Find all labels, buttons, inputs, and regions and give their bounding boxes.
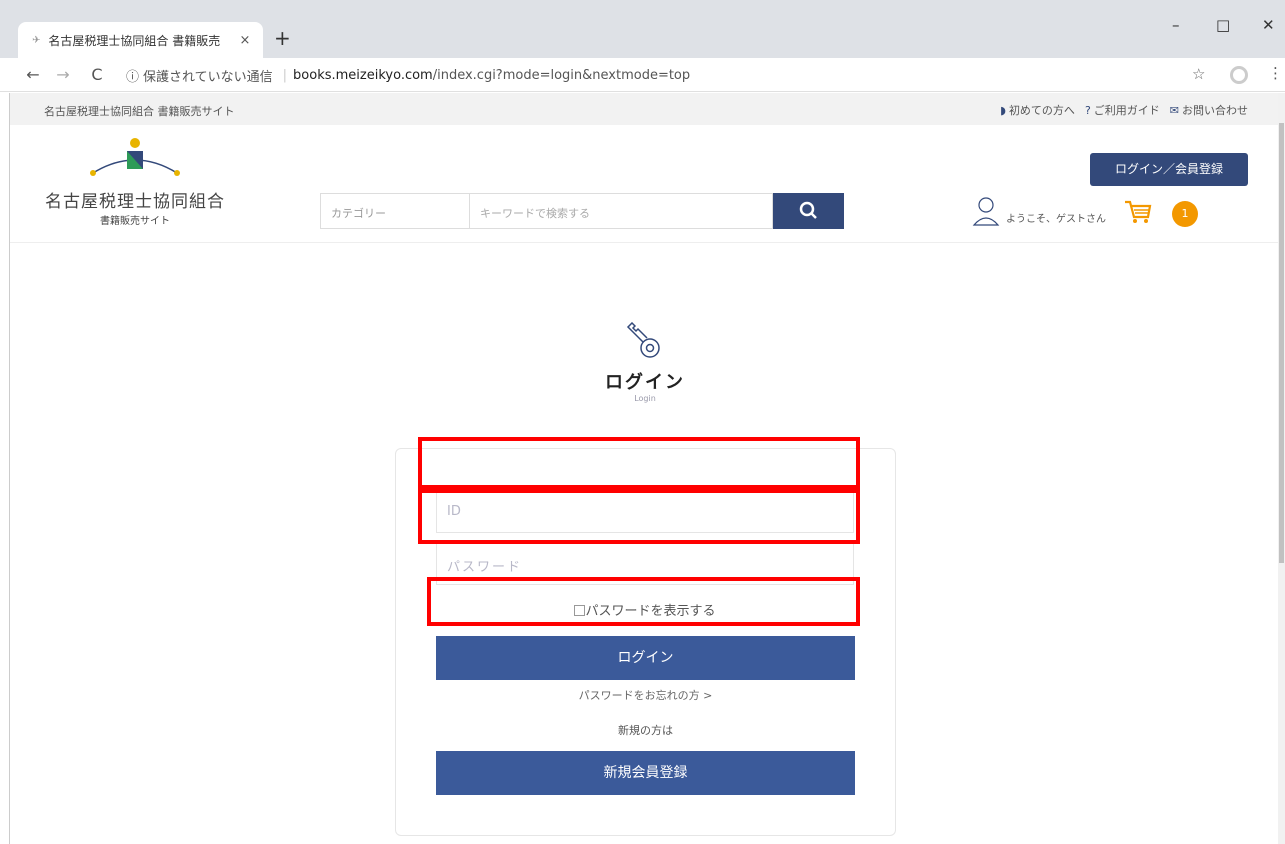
key-icon (622, 321, 666, 366)
security-label: 保護されていない通信 (143, 69, 273, 85)
login-subtitle: Login (634, 394, 656, 403)
new-user-prompt: 新規の方は (618, 724, 673, 737)
utility-links: ◗ 初めての方へ ? ご利用ガイド ✉ お問い合わせ (1000, 102, 1248, 118)
page-scrollbar[interactable] (1278, 93, 1285, 844)
help-icon: ? (1084, 104, 1091, 117)
user-icon (972, 197, 1000, 226)
login-title: ログイン (605, 372, 685, 393)
reload-icon[interactable]: C (84, 65, 110, 84)
logo-mark-icon (85, 135, 185, 181)
scrollbar-thumb[interactable] (1279, 123, 1284, 563)
user-greeting[interactable]: ようこそ、ゲストさん (972, 195, 1106, 227)
back-icon[interactable]: ← (20, 65, 46, 84)
logo-name: 名古屋税理士協同組合 (45, 192, 225, 212)
new-tab-button[interactable]: + (274, 26, 291, 50)
search-icon (799, 201, 817, 219)
cart-count-badge: 1 (1172, 201, 1198, 227)
browser-menu-icon[interactable]: ⋮ (1268, 64, 1283, 82)
site-logo[interactable]: 名古屋税理士協同組合 書籍販売サイト (40, 135, 230, 235)
mail-icon: ✉ (1169, 104, 1179, 117)
tab-title: 名古屋税理士協同組合 書籍販売 (48, 33, 221, 48)
welcome-text: ようこそ、ゲストさん (1006, 214, 1106, 225)
logo-subtitle: 書籍販売サイト (100, 216, 170, 227)
url-separator: | (282, 67, 288, 83)
login-register-button[interactable]: ログイン／会員登録 (1090, 153, 1248, 186)
info-icon[interactable]: ⓘ (126, 66, 139, 85)
extension-icon[interactable] (1230, 66, 1248, 84)
link-beginner[interactable]: ◗ 初めての方へ (1000, 102, 1075, 118)
forgot-password-link[interactable]: パスワードをお忘れの方 > (436, 687, 855, 703)
address-bar: ← → C ⓘ 保護されていない通信 | books.meizeikyo.com… (0, 58, 1285, 92)
minimize-button[interactable]: – (1172, 16, 1180, 34)
maximize-button[interactable]: □ (1216, 16, 1230, 34)
url-text: books.meizeikyo.com/index.cgi?mode=login… (293, 67, 691, 83)
cart-icon[interactable] (1124, 199, 1152, 229)
site-header: 名古屋税理士協同組合 書籍販売サイト カテゴリー キーワードで検索する ログイン… (10, 125, 1278, 243)
bookmark-star-icon[interactable]: ☆ (1192, 65, 1205, 83)
highlight-box-show-password (427, 577, 860, 626)
beginner-icon: ◗ (1000, 104, 1006, 117)
register-button[interactable]: 新規会員登録 (436, 751, 855, 795)
login-button[interactable]: ログイン (436, 636, 855, 680)
highlight-box-top (418, 437, 860, 489)
favicon-icon: ✈ (32, 34, 41, 46)
forward-icon[interactable]: → (50, 65, 76, 84)
search-button[interactable] (773, 193, 844, 229)
link-guide[interactable]: ? ご利用ガイド (1085, 102, 1160, 118)
utility-bar: 名古屋税理士協同組合 書籍販売サイト ◗ 初めての方へ ? ご利用ガイド ✉ お問い合… (10, 93, 1278, 125)
close-tab-icon[interactable]: × (235, 33, 255, 48)
browser-tab[interactable]: ✈ 名古屋税理士協同組合 書籍販売 × (18, 22, 263, 58)
link-contact[interactable]: ✉ お問い合わせ (1170, 102, 1248, 118)
close-window-button[interactable]: ✕ (1262, 16, 1275, 34)
site-name: 名古屋税理士協同組合 書籍販売サイト (44, 105, 235, 118)
highlight-box-id (418, 489, 860, 544)
url-field[interactable]: ⓘ 保護されていない通信 | books.meizeikyo.com/index… (118, 62, 1228, 88)
category-select[interactable]: カテゴリー (320, 193, 470, 229)
browser-tab-strip: ✈ 名古屋税理士協同組合 書籍販売 × + – □ ✕ (0, 0, 1285, 58)
keyword-search-input[interactable]: キーワードで検索する (470, 193, 773, 229)
